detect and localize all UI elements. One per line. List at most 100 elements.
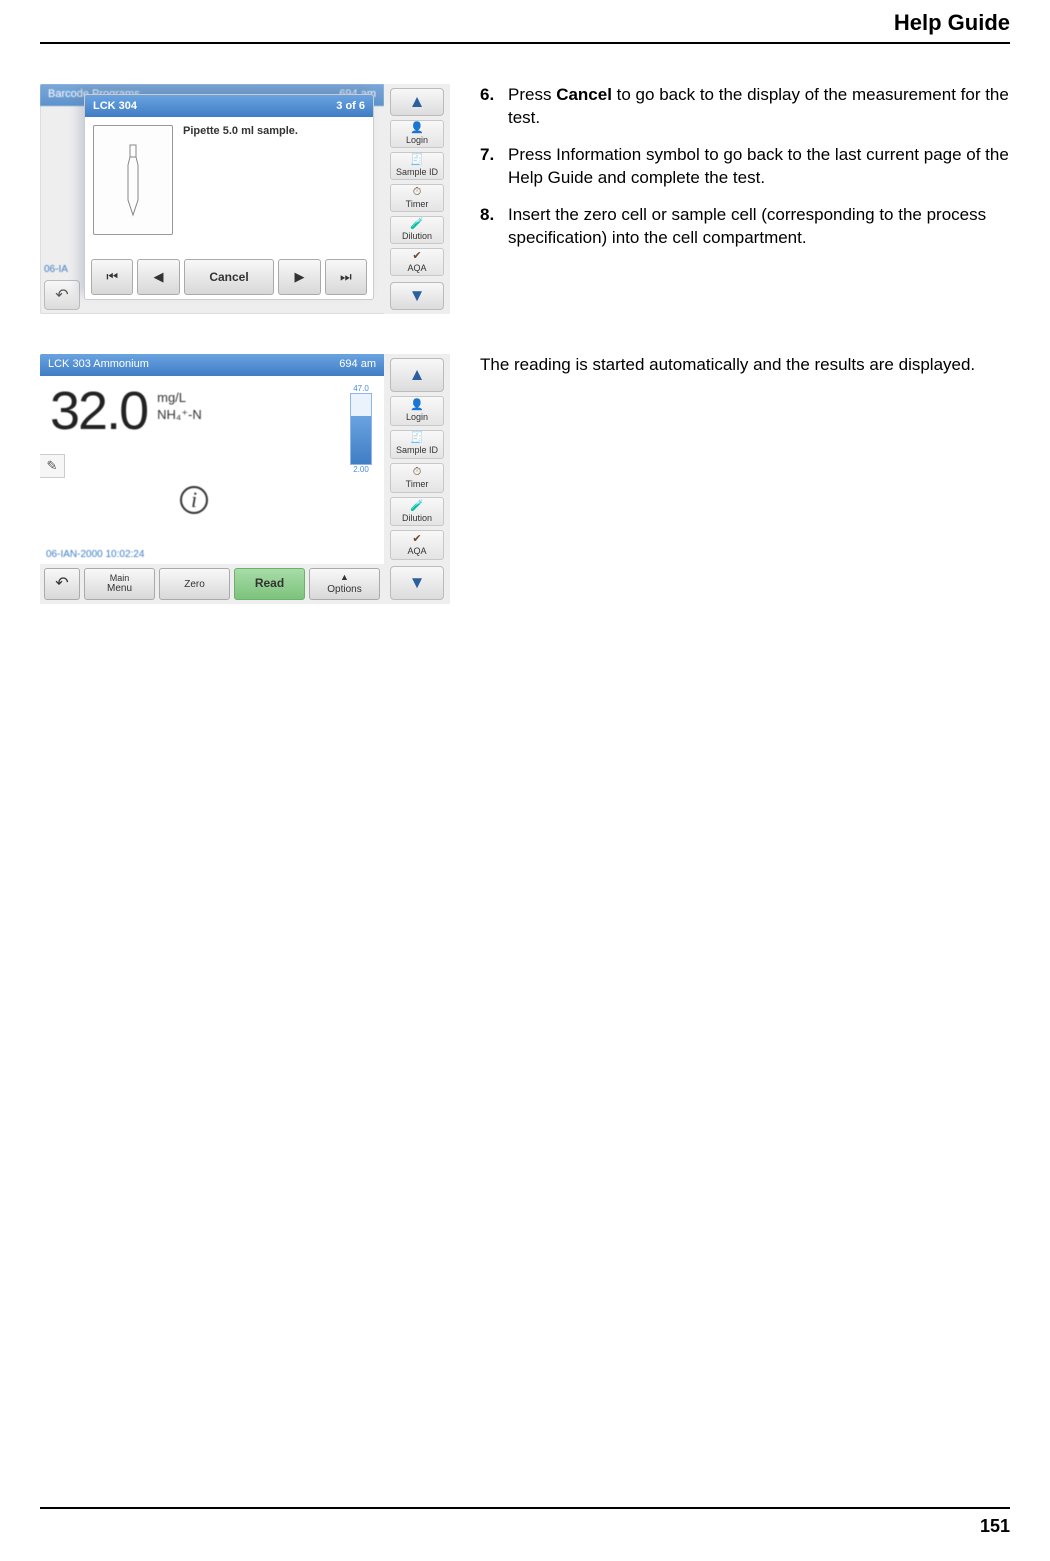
nav-aqa-label: AQA [407,264,426,273]
result-unit-mgL: mg/L [157,390,202,407]
options-label: Options [327,584,361,595]
nav-aqa-button[interactable]: ✔ AQA [390,248,444,276]
nav-down-button[interactable]: ▼ [390,282,444,310]
undo-icon: ↶ [55,285,68,305]
range-bar-body [350,393,372,465]
footer-rule [40,1507,1010,1509]
login-icon-2: 👤 [410,400,424,411]
nav-login-button-2[interactable]: 👤 Login [390,396,444,426]
step-7: 7. Press Information symbol to go back t… [480,144,1010,190]
modal-last-button[interactable]: ⏭ [325,259,367,295]
sampleid-icon: 🧾 [410,155,424,166]
modal-first-button[interactable]: ⏮ [91,259,133,295]
result-unit-nh4: NH₄⁺-N [157,407,202,424]
nav-sampleid-button[interactable]: 🧾 Sample ID [390,152,444,180]
result-area: 32.0 mg/L NH₄⁺-N 47.0 2.00 ✎ [40,376,384,564]
step-6-text: Press Cancel to go back to the display o… [508,84,1010,130]
dilution-icon: 🧪 [410,219,424,230]
range-bar-min: 2.00 [350,465,372,474]
step-6-number: 6. [480,84,508,130]
options-button[interactable]: ▲ Options [309,568,380,600]
main-menu-label-1: Main [110,574,130,584]
read-button[interactable]: Read [234,568,305,600]
nav-timer-label: Timer [406,200,429,209]
modal-instruction: Pipette 5.0 ml sample. [173,125,298,251]
nav-dilution-button[interactable]: 🧪 Dilution [390,216,444,244]
modal-title-right: 3 of 6 [336,100,365,112]
step-7-number: 7. [480,144,508,190]
step-8-text: Insert the zero cell or sample cell (cor… [508,204,1010,250]
side-nav: ▲ 👤 Login 🧾 Sample ID ⏱ Timer 🧪 Dilution ✔ AQ… [384,84,450,314]
step-7-text: Press Information symbol to go back to t… [508,144,1010,190]
step-6: 6. Press Cancel to go back to the displa… [480,84,1010,130]
options-arrow-icon: ▲ [340,573,349,583]
nav-login-label: Login [406,136,428,145]
timer-icon: ⏱ [413,187,422,198]
nav-up-button[interactable]: ▲ [390,88,444,116]
screenshot-help-modal: Barcode Programs 694 am ▲ 👤Login 🧾Sample… [40,84,450,314]
modal-prev-button[interactable]: ◀ [137,259,179,295]
aqa-icon-2: ✔ [412,534,421,545]
nav-aqa-label-2: AQA [407,547,426,556]
bottom-bar: ↶ Main Menu Zero Read ▲ Options [40,564,384,604]
modal-step-image [93,125,173,235]
nav-timer-button-2[interactable]: ⏱ Timer [390,463,444,493]
modal-cancel-button[interactable]: Cancel [184,259,275,295]
help-modal: LCK 304 3 of 6 Pipette 5.0 ml sample. [84,94,374,300]
main-menu-label-2: Menu [107,583,132,594]
pipette-icon [118,140,148,220]
modal-title-left: LCK 304 [93,100,137,112]
result-title-left: LCK 303 Ammonium [48,358,149,372]
modal-next-button[interactable]: ▶ [278,259,320,295]
edit-icon: ✎ [47,458,58,474]
result-title-bar: LCK 303 Ammonium 694 am [40,354,384,376]
timer-icon-2: ⏱ [413,467,422,478]
result-timestamp: 06-IAN-2000 10:02:24 [46,549,144,560]
nav-login-button[interactable]: 👤 Login [390,120,444,148]
range-bar-fill [351,416,371,464]
dilution-icon-2: 🧪 [410,501,424,512]
nav-aqa-button-2[interactable]: ✔ AQA [390,530,444,560]
next-icon: ▶ [295,269,305,285]
nav-login-label-2: Login [406,413,428,422]
back-button[interactable]: ↶ [44,280,80,310]
info-icon: i [191,487,197,513]
range-bar: 47.0 2.00 [350,384,372,474]
modal-title-bar: LCK 304 3 of 6 [85,95,373,117]
login-icon: 👤 [410,123,424,134]
nav-down-button-2[interactable]: ▼ [390,566,444,600]
prev-icon: ◀ [153,269,163,285]
step-8: 8. Insert the zero cell or sample cell (… [480,204,1010,250]
header-rule [40,42,1010,44]
nav-sampleid-button-2[interactable]: 🧾 Sample ID [390,430,444,460]
undo-icon-2: ↶ [55,575,68,593]
nav-dilution-button-2[interactable]: 🧪 Dilution [390,497,444,527]
page-number: 151 [980,1516,1010,1537]
skip-first-icon: ⏮ [106,269,118,285]
sampleid-icon-2: 🧾 [410,433,424,444]
info-button[interactable]: i [180,486,208,514]
back-button-2[interactable]: ↶ [44,568,80,600]
main-menu-button[interactable]: Main Menu [84,568,155,600]
nav-timer-button[interactable]: ⏱ Timer [390,184,444,212]
range-bar-max: 47.0 [350,384,372,393]
nav-dilution-label-2: Dilution [402,514,432,523]
nav-sampleid-label-2: Sample ID [396,446,438,455]
edit-button[interactable]: ✎ [40,454,65,478]
nav-up-button-2[interactable]: ▲ [390,358,444,392]
page-header-title: Help Guide [40,0,1010,42]
nav-sampleid-label: Sample ID [396,168,438,177]
nav-timer-label-2: Timer [406,480,429,489]
result-units: mg/L NH₄⁺-N [147,384,202,424]
zero-button[interactable]: Zero [159,568,230,600]
side-nav-2: ▲ 👤 Login 🧾 Sample ID ⏱ Timer 🧪 Dilution ✔ AQ… [384,354,450,604]
result-value: 32.0 [50,384,147,438]
nav-dilution-label: Dilution [402,232,432,241]
result-paragraph: The reading is started automatically and… [480,354,1010,377]
step-8-number: 8. [480,204,508,250]
result-title-right: 694 am [339,358,376,372]
aqa-icon: ✔ [412,251,421,262]
bg-status: 06-IA [44,264,68,275]
screenshot-result: LCK 303 Ammonium 694 am ▲ 👤 Login 🧾 Sample… [40,354,450,604]
skip-last-icon: ⏭ [340,269,352,285]
